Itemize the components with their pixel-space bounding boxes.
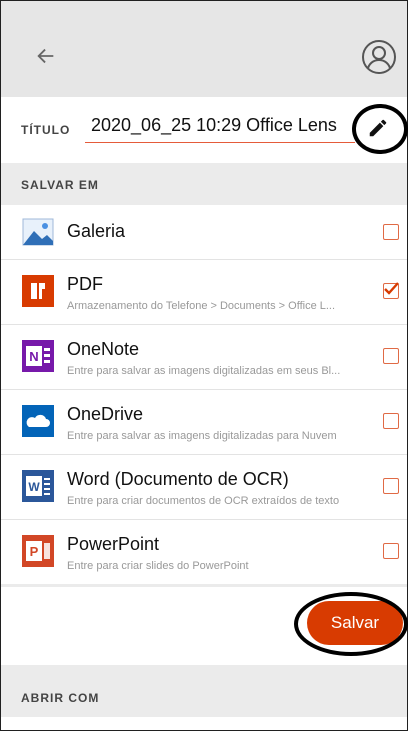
app-bar xyxy=(1,1,407,97)
highlight-circle-save xyxy=(294,592,408,656)
onedrive-checkbox[interactable] xyxy=(383,413,399,429)
pdf-icon xyxy=(21,274,55,308)
highlight-circle-edit xyxy=(352,104,408,154)
onenote-checkbox[interactable] xyxy=(383,348,399,364)
list-item-pdf[interactable]: PDF Armazenamento do Telefone > Document… xyxy=(1,260,407,325)
item-description: Entre para criar slides do PowerPoint xyxy=(67,560,249,572)
item-name: PDF xyxy=(67,274,103,294)
gallery-icon xyxy=(21,215,55,249)
list-item-gallery[interactable]: Galeria xyxy=(1,205,407,260)
item-description: Entre para salvar as imagens digitalizad… xyxy=(67,430,337,442)
title-label: TÍTULO xyxy=(21,123,71,137)
item-name: OneNote xyxy=(67,339,140,359)
back-button[interactable] xyxy=(31,41,61,71)
item-name: OneDrive xyxy=(67,404,144,424)
list-item-word[interactable]: W Word (Documento de OCR) Entre para cri… xyxy=(1,455,407,520)
item-description: Entre para salvar as imagens digitalizad… xyxy=(67,365,341,377)
item-name: Galeria xyxy=(67,221,126,241)
item-name: Word (Documento de OCR) xyxy=(67,469,289,489)
list-item-onedrive[interactable]: OneDrive Entre para salvar as imagens di… xyxy=(1,390,407,455)
user-circle-icon xyxy=(362,40,396,74)
svg-text:P: P xyxy=(30,544,39,559)
arrow-left-icon xyxy=(37,48,54,64)
word-checkbox[interactable] xyxy=(383,478,399,494)
item-name: PowerPoint xyxy=(67,534,160,554)
item-description: Entre para criar documentos de OCR extra… xyxy=(67,495,340,507)
open-with-label: ABRIR COM xyxy=(21,691,100,705)
svg-text:W: W xyxy=(28,480,40,494)
gallery-checkbox[interactable] xyxy=(383,224,399,240)
open-with-list xyxy=(1,717,407,730)
onenote-icon: N xyxy=(21,339,55,373)
onedrive-icon xyxy=(21,404,55,438)
profile-button[interactable] xyxy=(359,37,399,77)
svg-text:N: N xyxy=(29,349,38,364)
pdf-checkbox[interactable] xyxy=(383,282,399,299)
powerpoint-icon: P xyxy=(21,534,55,568)
powerpoint-checkbox[interactable] xyxy=(383,543,399,559)
save-to-label: SALVAR EM xyxy=(21,178,99,192)
list-item-powerpoint[interactable]: P PowerPoint Entre para criar slides do … xyxy=(1,520,407,584)
word-icon: W xyxy=(21,469,55,503)
title-input[interactable]: 2020_06_25 10:29 Office Lens xyxy=(85,107,355,143)
save-to-list: Galeria PDF Armazenamento do Telefone > … xyxy=(1,205,407,584)
list-item-onenote[interactable]: N OneNote Entre para salvar as imagens d… xyxy=(1,325,407,390)
item-description: Armazenamento do Telefone > Documents > … xyxy=(67,300,336,312)
checkmark-icon xyxy=(384,282,399,295)
title-row: TÍTULO 2020_06_25 10:29 Office Lens xyxy=(1,97,407,163)
